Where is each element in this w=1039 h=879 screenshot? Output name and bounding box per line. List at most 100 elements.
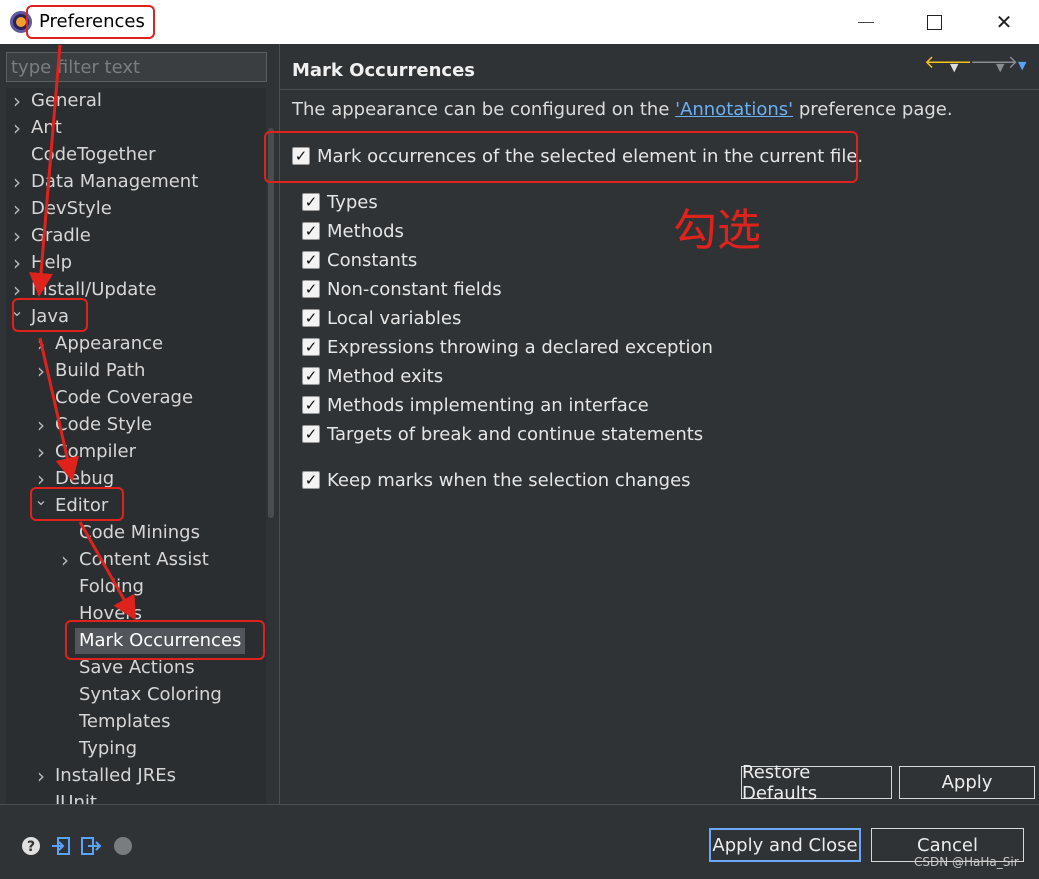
tree-item-label: Ant (31, 117, 62, 138)
title-bar: Preferences ✕ (0, 0, 1039, 44)
tree-item-label: Appearance (55, 333, 164, 354)
chevron-right-icon[interactable]: › (34, 439, 48, 465)
page-header: Mark Occurrences 🡐 ▼ 🡒 ▼ ▼ (280, 44, 1039, 90)
tree-item-label: Code Style (55, 414, 153, 435)
back-arrow-icon[interactable]: 🡐 (924, 53, 972, 73)
option-checkbox-row[interactable]: ✓ Local variables (302, 306, 461, 330)
tree-item-label: Content Assist (79, 549, 209, 570)
tree-item-label: Templates (79, 711, 171, 732)
option-checkbox-row[interactable]: ✓ Expressions throwing a declared excepti… (302, 335, 713, 359)
chevron-right-icon[interactable]: › (34, 358, 48, 384)
annotation-box-java (12, 298, 88, 332)
tree-item-label: Syntax Coloring (79, 684, 222, 705)
chevron-right-icon[interactable]: › (10, 169, 24, 195)
tree-item-label: CodeTogether (31, 144, 156, 165)
option-label: Methods (327, 220, 404, 242)
tree-item-label: Typing (79, 738, 138, 759)
option-checkbox[interactable]: ✓ (302, 425, 320, 443)
maximize-icon (926, 14, 942, 30)
chevron-right-icon[interactable]: › (10, 115, 24, 141)
option-label: Targets of break and continue statements (327, 423, 704, 445)
option-checkbox-row[interactable]: ✓ Non-constant fields (302, 277, 502, 301)
restore-defaults-button[interactable]: Restore Defaults (741, 762, 892, 804)
annotation-box-title (26, 5, 155, 39)
option-checkbox[interactable]: ✓ (302, 193, 320, 211)
tree-item-label: Folding (79, 576, 144, 597)
back-menu-chevron-icon[interactable]: ▼ (950, 58, 958, 78)
option-checkbox-row[interactable]: ✓ Method exits (302, 364, 443, 388)
annotation-box-main-option (264, 131, 858, 183)
view-menu-icon[interactable]: ▼ (1018, 56, 1026, 76)
option-checkbox[interactable]: ✓ (302, 338, 320, 356)
help-icon[interactable]: ? (20, 835, 42, 857)
forward-menu-chevron-icon[interactable]: ▼ (996, 58, 1004, 78)
option-label: Non-constant fields (327, 278, 502, 300)
tree-item-label: Code Coverage (55, 387, 194, 408)
tree-item-label: Gradle (31, 225, 91, 246)
annotation-text-check: 勾选 (673, 205, 761, 256)
keep-marks-label: Keep marks when the selection changes (327, 469, 691, 491)
maximize-button[interactable] (914, 6, 954, 38)
tree-item-label: General (31, 90, 102, 111)
description-text-after: preference page. (793, 99, 953, 120)
page-title: Mark Occurrences (292, 60, 475, 81)
option-checkbox-row[interactable]: ✓ Types (302, 190, 378, 214)
chevron-right-icon[interactable]: › (34, 412, 48, 438)
option-checkbox-row[interactable]: ✓ Targets of break and continue statement… (302, 422, 703, 446)
tree-item-label: Compiler (55, 441, 137, 462)
minimize-button[interactable] (846, 6, 886, 38)
chevron-right-icon[interactable]: › (34, 331, 48, 357)
close-button[interactable]: ✕ (984, 6, 1024, 38)
minimize-icon (858, 21, 874, 23)
import-icon[interactable] (50, 835, 72, 857)
export-icon[interactable] (80, 835, 102, 857)
option-label: Local variables (327, 307, 462, 329)
option-checkbox[interactable]: ✓ (302, 222, 320, 240)
watermark: CSDN @HaHa_Sir (914, 855, 1019, 869)
annotation-box-mark-occurrences (65, 620, 265, 660)
option-label: Method exits (327, 365, 444, 387)
description-text-before: The appearance can be configured on the (292, 99, 676, 120)
option-label: Types (327, 191, 378, 213)
tree-item-label: Build Path (55, 360, 146, 381)
navigation-pane: › General › Ant CodeTogether › Data Management… (0, 44, 277, 804)
chevron-right-icon[interactable]: › (34, 763, 48, 789)
option-checkbox-row[interactable]: ✓ Constants (302, 248, 417, 272)
apply-and-close-button[interactable]: Apply and Close (709, 828, 861, 862)
option-checkbox[interactable]: ✓ (302, 309, 320, 327)
tree-scrollbar[interactable] (266, 88, 277, 804)
chevron-right-icon[interactable]: › (10, 196, 24, 222)
apply-button[interactable]: Apply (899, 766, 1035, 799)
keep-marks-checkbox-row[interactable]: ✓ Keep marks when the selection changes (302, 468, 691, 492)
preferences-tree: › General › Ant CodeTogether › Data Management… (6, 88, 266, 804)
close-icon: ✕ (995, 10, 1013, 34)
forward-arrow-icon[interactable]: 🡒 (970, 53, 1018, 73)
option-label: Expressions throwing a declared exceptio… (327, 336, 713, 358)
record-icon[interactable] (112, 835, 134, 857)
option-checkbox[interactable]: ✓ (302, 396, 320, 414)
tree-item-label: Installed JREs (55, 765, 176, 786)
tree-item-label: JUnit (55, 792, 97, 804)
chevron-right-icon[interactable]: › (10, 223, 24, 249)
keep-marks-checkbox[interactable]: ✓ (302, 471, 320, 489)
option-checkbox-row[interactable]: ✓ Methods implementing an interface (302, 393, 649, 417)
chevron-right-icon[interactable]: › (10, 250, 24, 276)
tree-item-label: DevStyle (31, 198, 112, 219)
option-checkbox[interactable]: ✓ (302, 367, 320, 385)
page-description: The appearance can be configured on the … (292, 99, 953, 120)
option-label: Methods implementing an interface (327, 394, 649, 416)
annotations-link[interactable]: 'Annotations' (675, 99, 793, 120)
dialog-button-bar: ? Apply and Close Cancel CSDN @HaHa_Sir (0, 804, 1039, 879)
svg-text:?: ? (27, 839, 35, 855)
tree-item-label: Data Management (31, 171, 199, 192)
option-checkbox[interactable]: ✓ (302, 280, 320, 298)
chevron-right-icon[interactable]: › (10, 88, 24, 114)
tree-item-label: Help (31, 252, 73, 273)
option-checkbox[interactable]: ✓ (302, 251, 320, 269)
tree-item-label: Code Minings (79, 522, 200, 543)
annotation-box-editor (30, 487, 124, 521)
tree-scrollbar-thumb[interactable] (268, 128, 274, 518)
option-checkbox-row[interactable]: ✓ Methods (302, 219, 404, 243)
filter-input[interactable] (6, 52, 267, 82)
chevron-right-icon[interactable]: › (58, 547, 72, 573)
